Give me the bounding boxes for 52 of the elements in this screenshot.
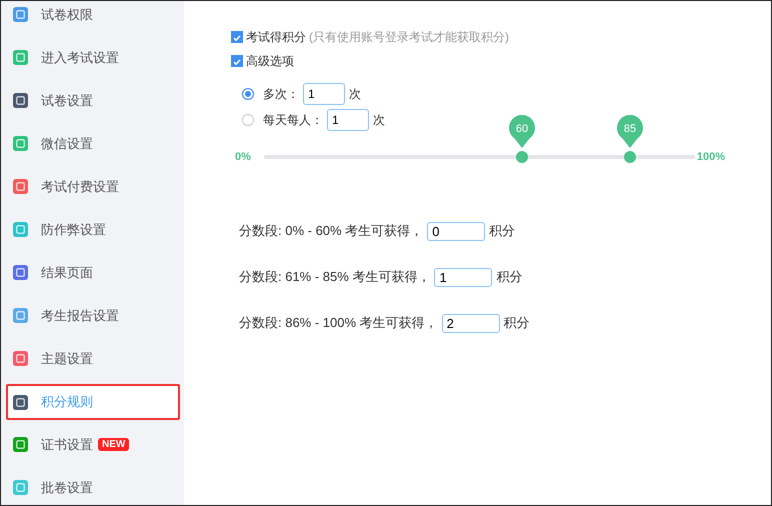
sidebar-item[interactable]: 证书设置 NEW: [1, 423, 184, 466]
unit-label: 次: [373, 112, 385, 128]
unit-label: 积分: [496, 268, 522, 286]
unit-label: 次: [349, 86, 361, 102]
checkbox-label: 高级选项: [246, 52, 294, 70]
sidebar-item[interactable]: 试卷设置: [1, 79, 184, 122]
input-field[interactable]: 1: [303, 83, 345, 105]
sidebar-label: 考试付费设置: [41, 178, 119, 196]
max-label: 100%: [696, 151, 725, 163]
checkbox[interactable]: [231, 55, 243, 67]
sidebar-label: 考生报告设置: [41, 306, 119, 324]
min-label: 0%: [235, 151, 251, 163]
range-text: 分数段: 0% - 60% 考生可获得，: [239, 222, 424, 240]
sidebar-label: 试卷权限: [41, 6, 93, 24]
slider-handle[interactable]: [624, 151, 636, 163]
input-field[interactable]: 1: [434, 268, 492, 286]
unit-label: 积分: [489, 222, 516, 240]
sidebar-item[interactable]: 结果页面: [1, 251, 184, 294]
sidebar-item[interactable]: 考生报告设置: [1, 294, 184, 337]
radio-button[interactable]: [242, 114, 254, 126]
radio-label: 多次：: [263, 86, 299, 102]
sidebar-item[interactable]: 进入考试设置: [1, 36, 184, 79]
sidebar-label: 积分规则: [41, 393, 93, 411]
value-tooltip: 85: [617, 115, 644, 148]
sidebar-item[interactable]: 防作弊设置: [1, 208, 184, 251]
checkbox-label: 考试得积分: [246, 28, 306, 46]
unit-label: 积分: [504, 314, 530, 332]
sidebar-label: 结果页面: [41, 264, 93, 282]
radio-label: 每天每人：: [263, 112, 323, 128]
value-tooltip: 60: [509, 115, 536, 148]
sidebar-item[interactable]: 批卷设置: [1, 466, 184, 505]
sidebar-item[interactable]: 试卷权限: [1, 1, 184, 36]
input-field[interactable]: 2: [442, 314, 500, 332]
sidebar-item[interactable]: 微信设置: [1, 122, 184, 165]
radio-button[interactable]: [242, 88, 254, 100]
sidebar-label: 防作弊设置: [41, 220, 106, 238]
sidebar-label: 进入考试设置: [41, 48, 119, 66]
input-field[interactable]: 0: [427, 222, 486, 240]
range-text: 分数段: 61% - 85% 考生可获得，: [239, 268, 430, 286]
sidebar-item[interactable]: 考试付费设置: [1, 165, 184, 208]
sidebar-label: 批卷设置: [41, 478, 93, 496]
slider-handle[interactable]: [516, 151, 528, 163]
range-text: 分数段: 86% - 100% 考生可获得，: [239, 314, 438, 332]
sidebar-item[interactable]: 主题设置: [1, 337, 184, 380]
sidebar-label: 试卷设置: [41, 92, 93, 110]
sidebar-label: 微信设置: [41, 134, 93, 152]
sidebar-label: 证书设置: [41, 436, 93, 454]
hint-text: (只有使用账号登录考试才能获取积分): [309, 28, 509, 46]
input-field[interactable]: 1: [327, 109, 369, 131]
checkbox[interactable]: [231, 31, 243, 43]
new-badge: NEW: [98, 438, 130, 451]
sidebar-label: 主题设置: [41, 350, 93, 368]
